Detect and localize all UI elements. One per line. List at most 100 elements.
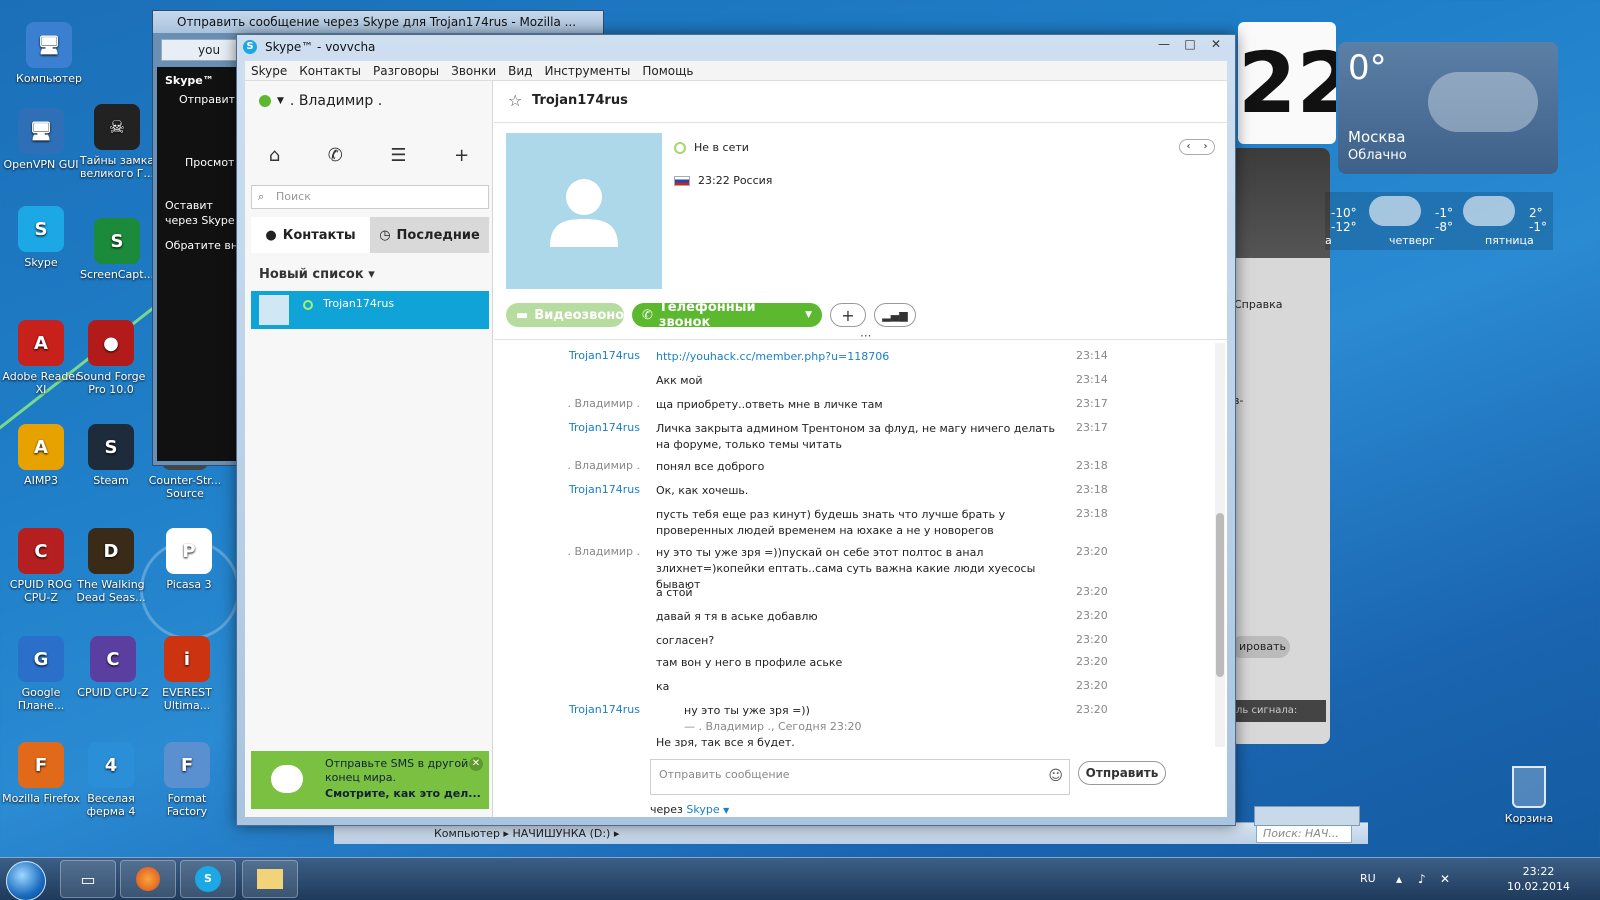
message-input[interactable]: Отправить сообщение ☺: [650, 759, 1070, 795]
group-icon[interactable]: ☰: [390, 145, 406, 166]
list-name[interactable]: Новый список ▾: [259, 267, 375, 282]
weather-gadget[interactable]: 0° Москва Облачно: [1338, 42, 1558, 174]
desktop-icon[interactable]: G Google Плане...: [0, 636, 82, 712]
taskbar-skype-button[interactable]: S: [180, 860, 236, 898]
taskbar-explorer-button[interactable]: ▭: [60, 860, 116, 898]
message-text: там вон у него в профиле аське: [656, 656, 843, 669]
desktop-icon[interactable]: ☠ Тайны замка великого Г...: [76, 104, 158, 180]
video-call-button[interactable]: ▬ Видеозвонок: [506, 303, 633, 327]
menu-item[interactable]: Помощь: [636, 64, 699, 78]
add-contact-icon[interactable]: +: [454, 145, 469, 166]
favorite-star-icon[interactable]: ☆: [508, 91, 522, 110]
send-button[interactable]: Отправить: [1078, 761, 1166, 785]
home-icon[interactable]: ⌂: [269, 145, 280, 166]
message-sender[interactable]: . Владимир .: [494, 397, 641, 410]
contact-local-time: 23:22 Россия: [674, 174, 772, 187]
explorer-breadcrumb[interactable]: Компьютер ▸ НАЧИШУНКА (D:) ▸: [434, 827, 619, 840]
resize-handle[interactable]: ···: [860, 329, 871, 343]
snow-cloud-icon: [1463, 196, 1515, 226]
close-button[interactable]: ✕: [1203, 35, 1229, 53]
message-link[interactable]: http://youhack.cc/member.php?u=118706: [656, 350, 889, 363]
chevron-left-icon[interactable]: ‹: [1187, 140, 1191, 154]
minimize-button[interactable]: —: [1151, 35, 1177, 53]
desktop-icon[interactable]: D The Walking Dead Seas...: [70, 528, 152, 604]
message-sender[interactable]: Trojan174rus: [494, 703, 640, 716]
tab-contacts[interactable]: ● Контакты: [251, 217, 370, 253]
desktop-icon[interactable]: F Format Factory: [146, 742, 228, 818]
app-icon: S: [18, 206, 64, 252]
chevron-right-icon[interactable]: ›: [1204, 140, 1208, 154]
message-sender[interactable]: Trojan174rus: [494, 483, 640, 496]
contact-item[interactable]: Trojan174rus: [251, 291, 489, 329]
contact-search-input[interactable]: ⌕ Поиск: [251, 185, 489, 209]
emoticon-icon[interactable]: ☺: [1048, 768, 1063, 784]
taskbar-folder-button[interactable]: [242, 860, 298, 898]
phone-call-button[interactable]: ✆ Телефонный звонок ▼: [632, 300, 822, 330]
desktop-icon[interactable]: 🖥 OpenVPN GUI: [0, 108, 82, 171]
call-quality-button[interactable]: ▂▄▆: [874, 303, 916, 327]
desktop-icon[interactable]: 🖥 Компьютер: [8, 22, 90, 85]
firefox-title: Отправить сообщение через Skype для Troj…: [177, 15, 577, 29]
menu-item[interactable]: Skype: [245, 64, 293, 78]
app-icon: C: [18, 528, 64, 574]
menu-item[interactable]: Вид: [502, 64, 538, 78]
close-icon[interactable]: ✕: [469, 757, 483, 771]
chat-scrollbar[interactable]: [1215, 343, 1225, 747]
add-button[interactable]: +: [830, 303, 866, 327]
contacts-pane: ▼ . Владимир . ⌂ ✆ ☰ + ⌕ Поиск ● Контакт…: [245, 81, 493, 817]
promo-link[interactable]: Смотрите, как это дел...: [325, 787, 481, 800]
chevron-down-icon[interactable]: ▼: [277, 96, 284, 106]
desktop-icon[interactable]: C CPUID CPU-Z: [72, 636, 154, 699]
language-indicator[interactable]: RU: [1360, 872, 1376, 885]
profile-pager[interactable]: ‹ ›: [1179, 139, 1215, 155]
message-sender[interactable]: . Владимир .: [494, 545, 641, 558]
desktop-icon[interactable]: ● Sound Forge Pro 10.0: [70, 320, 152, 396]
clock-gadget: 22: [1238, 22, 1336, 144]
firefox-titlebar[interactable]: Отправить сообщение через Skype для Troj…: [153, 11, 603, 33]
menu-item[interactable]: Разговоры: [367, 64, 445, 78]
gadget-button[interactable]: ировать: [1230, 636, 1290, 658]
phone-icon[interactable]: ✆: [328, 145, 343, 166]
desktop-icon[interactable]: 4 Веселая ферма 4: [70, 742, 152, 818]
recycle-bin[interactable]: Корзина: [1488, 766, 1570, 825]
desktop-icon[interactable]: i EVEREST Ultima...: [146, 636, 228, 712]
message-sender[interactable]: . Владимир .: [494, 459, 641, 472]
skype-icon: S: [195, 866, 221, 892]
message-text: пусть тебя еще раз кинут) будешь знать ч…: [656, 508, 1006, 537]
help-label[interactable]: Справка: [1234, 298, 1282, 311]
message-sender[interactable]: Trojan174rus: [494, 421, 640, 434]
desktop-icon[interactable]: S Skype: [0, 206, 82, 269]
tab-recent[interactable]: ◷ Последние: [370, 217, 489, 253]
avatar: [259, 295, 289, 325]
desktop-icon[interactable]: S Steam: [70, 424, 152, 487]
skype-window[interactable]: S Skype™ - vovvcha — □ ✕ Skype Контакты Ра…: [236, 34, 1236, 826]
status-online-icon[interactable]: [259, 95, 271, 107]
message-text: Акк мой: [656, 374, 703, 387]
desktop-icon[interactable]: P Picasa 3: [148, 528, 230, 591]
network-icon[interactable]: ✕: [1440, 872, 1450, 886]
maximize-button[interactable]: □: [1177, 35, 1203, 53]
person-icon: ●: [265, 227, 277, 243]
contact-avatar-large: [506, 133, 662, 289]
desktop-icon[interactable]: S ScreenCapt...: [76, 218, 158, 281]
sms-promo[interactable]: Отправьте SMS в другой конец мира. Смотр…: [251, 751, 489, 809]
chevron-down-icon[interactable]: ▼: [805, 310, 812, 320]
app-icon: C: [90, 636, 136, 682]
message-sender[interactable]: Trojan174rus: [494, 349, 640, 362]
start-button[interactable]: [6, 861, 46, 900]
menu-item[interactable]: Контакты: [293, 64, 367, 78]
taskbar-firefox-button[interactable]: [120, 860, 176, 898]
explorer-search[interactable]: Поиск: НАЧ...: [1256, 825, 1352, 843]
minimized-window-controls[interactable]: [1254, 806, 1360, 826]
system-clock[interactable]: 23:22 10.02.2014: [1507, 864, 1570, 894]
profile-name: . Владимир .: [289, 93, 383, 109]
menu-item[interactable]: Инструменты: [538, 64, 636, 78]
profile-header[interactable]: ▼ . Владимир .: [259, 93, 382, 109]
send-via[interactable]: через Skype ▼: [650, 803, 729, 816]
menu-item[interactable]: Звонки: [445, 64, 502, 78]
skype-titlebar[interactable]: S Skype™ - vovvcha — □ ✕: [237, 35, 1235, 59]
message-text: ща приобрету..ответь мне в личке там: [656, 398, 883, 411]
chevron-up-icon[interactable]: ▴: [1396, 872, 1402, 886]
quoted-message: ну это ты уже зря =)) — . Владимир ., Сег…: [684, 704, 862, 733]
volume-icon[interactable]: ♪: [1418, 872, 1426, 886]
